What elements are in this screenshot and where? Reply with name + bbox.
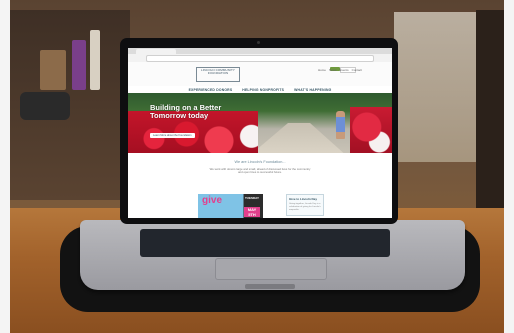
intro-text: We work with donors large and small, ahe… [209,167,311,175]
camera-dot [257,41,260,44]
border-right [504,0,514,333]
hero-banner: Building on a Better Tomorrow today Lear… [128,93,392,153]
top-link: Home [317,68,326,72]
intro-section: We are Lincoln's Foundation... We work w… [128,153,392,188]
trackpad [215,258,327,280]
top-link: News [328,68,337,72]
guide-card: Give to Lincoln Day Giving together, Lin… [286,194,324,216]
nav-item: WHAT'S HAPPENING [294,87,332,92]
site-nav: EXPERIENCED DONORS HELPING NONPROFITS WH… [128,86,392,93]
book [90,30,100,90]
give-text: give [202,195,223,206]
cards-row: give TUESDAY MAY 5TH Give to Lincoln Day… [128,188,392,218]
laptop-lip [245,284,295,289]
garden-path [248,123,348,153]
tuesday-text: TUESDAY [244,196,260,200]
cabinet [476,10,504,220]
nav-item: HELPING NONPROFITS [242,87,285,92]
top-link: Contact [351,68,362,72]
top-links: Home News Events Contact [318,68,362,72]
child-figure [336,111,345,139]
hero-button: Learn More about the Foundation [150,133,195,138]
window [394,12,484,162]
give-card: give TUESDAY MAY 5TH [198,194,263,218]
keyboard [140,229,390,257]
nav-item: EXPERIENCED DONORS [188,87,233,92]
photo: LINCOLN COMMUNITY FOUNDATION Home News E… [0,0,514,333]
site-header: LINCOLN COMMUNITY FOUNDATION Home News E… [128,62,392,86]
site-logo: LINCOLN COMMUNITY FOUNDATION [196,67,240,82]
intro-heading: We are Lincoln's Foundation... [234,160,286,164]
telephone [20,92,70,120]
top-link: Events [339,68,349,72]
guide-text: Giving together, Lincoln Day is a celebr… [289,203,321,211]
laptop-screen: LINCOLN COMMUNITY FOUNDATION Home News E… [128,48,392,218]
bottle [72,40,86,90]
box [40,50,66,90]
browser-toolbar [128,54,392,62]
guide-title: Give to Lincoln Day [289,197,318,201]
flower-bed [350,107,392,153]
hero-title: Building on a Better Tomorrow today [150,103,222,120]
border-left [0,0,10,333]
may-text: MAY 5TH [244,207,260,217]
address-bar [146,55,374,62]
